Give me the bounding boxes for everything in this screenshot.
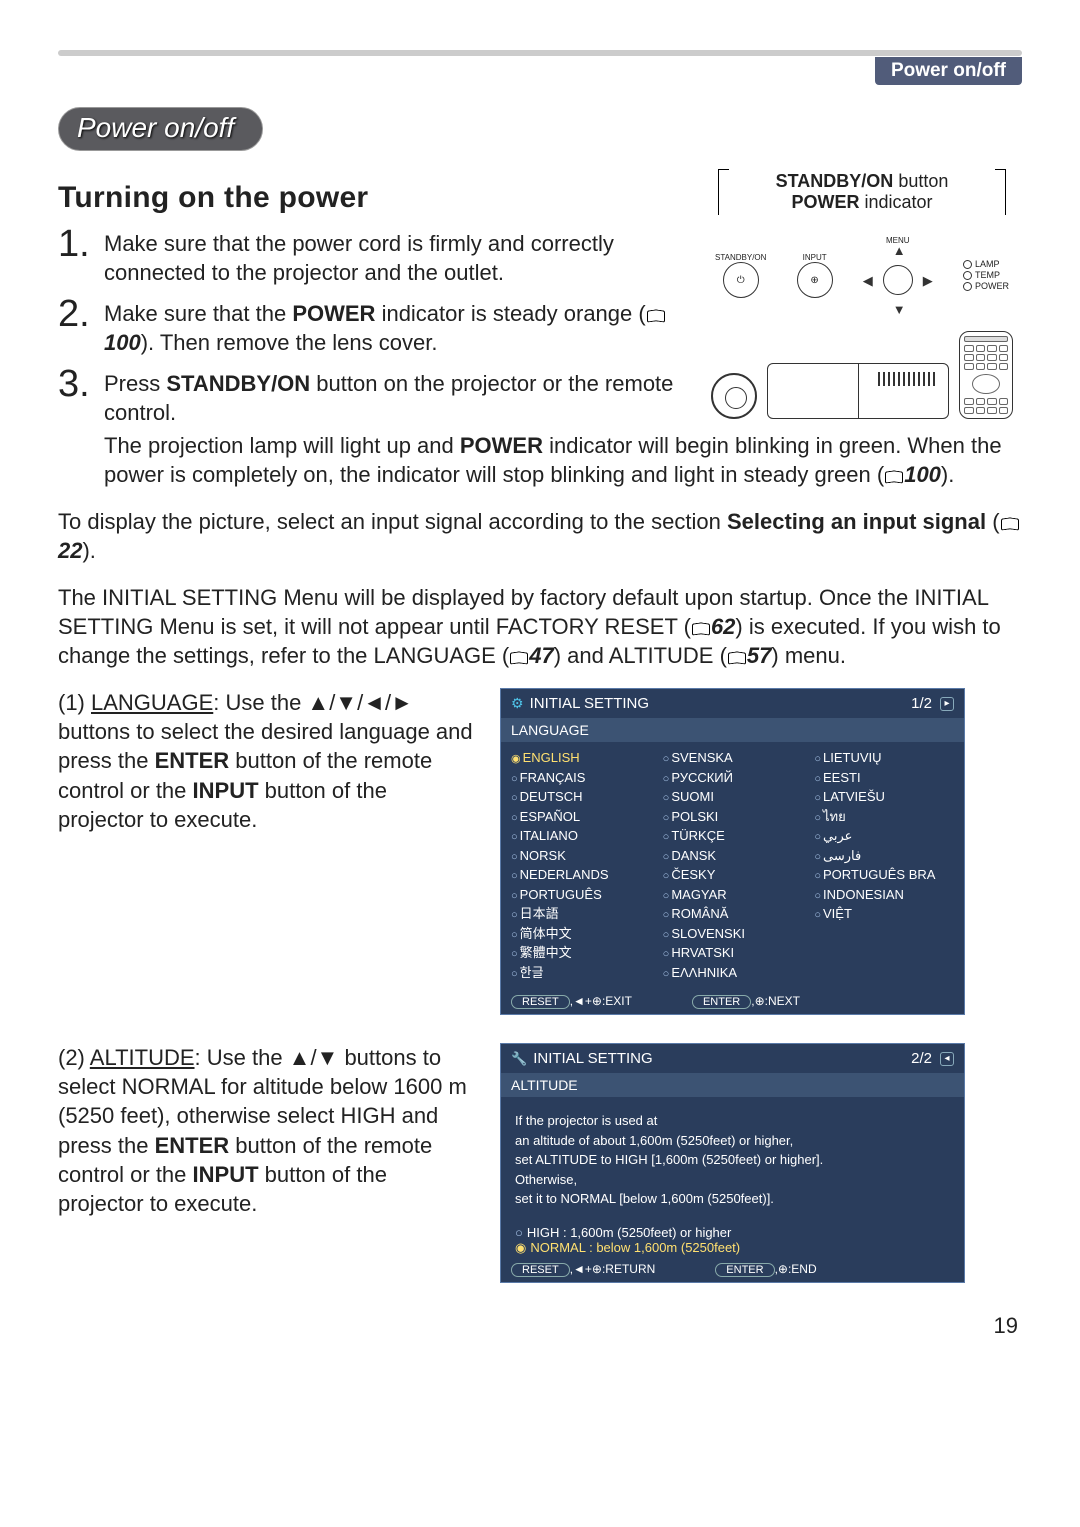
lang-option: POLSKI xyxy=(663,807,803,827)
page-prev-icon: ◂ xyxy=(940,1052,954,1066)
book-icon xyxy=(885,469,903,483)
step-number-2: 2. xyxy=(58,295,104,357)
step-number-1: 1. xyxy=(58,225,104,287)
header-rule xyxy=(58,50,1022,56)
lang-option: ไทย xyxy=(814,807,954,827)
lang-option: DANSK xyxy=(663,846,803,866)
lang-option: LATVIEŠU xyxy=(814,787,954,807)
lang-option: РУССКИЙ xyxy=(663,768,803,788)
paragraph-initial-setting: The INITIAL SETTING Menu will be display… xyxy=(58,583,1022,670)
step-2-text: Make sure that the POWER indicator is st… xyxy=(104,295,680,357)
lang-option: ITALIANO xyxy=(511,826,651,846)
lang-option: PORTUGUÊS xyxy=(511,885,651,905)
lang-option: ČESKY xyxy=(663,865,803,885)
osd-language-screenshot: INITIAL SETTING 1/2▸ LANGUAGE ENGLISHFRA… xyxy=(500,688,965,1015)
lang-option: HRVATSKI xyxy=(663,943,803,963)
lang-col-3: LIETUVIŲEESTILATVIEŠUไทยعربيفارسیPORTUGU… xyxy=(814,748,954,982)
lang-option: 繁體中文 xyxy=(511,943,651,963)
book-icon xyxy=(1001,516,1019,530)
gear-icon xyxy=(511,695,530,712)
lang-option: ROMÂNĂ xyxy=(663,904,803,924)
lang-option: 简体中文 xyxy=(511,924,651,944)
instruction-altitude: (2) ALTITUDE: Use the ▲/▼ buttons to sel… xyxy=(58,1043,478,1217)
page-next-icon: ▸ xyxy=(940,697,954,711)
paragraph-select-input: To display the picture, select an input … xyxy=(58,507,1022,565)
step-1-text: Make sure that the power cord is firmly … xyxy=(104,225,680,287)
page-number: 19 xyxy=(58,1313,1022,1339)
projector-body-icon xyxy=(767,363,949,419)
section-pill: Power on/off xyxy=(58,107,263,151)
lang-option: MAGYAR xyxy=(663,885,803,905)
step-number-3: 3. xyxy=(58,365,104,427)
diagram-callout: STANDBY/ON button POWER indicator xyxy=(718,169,1006,215)
lang-option: NORSK xyxy=(511,846,651,866)
lang-col-2: SVENSKAРУССКИЙSUOMIPOLSKITÜRKÇEDANSKČESK… xyxy=(663,748,803,982)
step-3-text: Press STANDBY/ON button on the projector… xyxy=(104,365,680,427)
lang-option: EESTI xyxy=(814,768,954,788)
book-icon xyxy=(728,650,746,664)
standby-label: STANDBY/ON xyxy=(715,253,766,262)
osd-altitude-screenshot: INITIAL SETTING 2/2◂ ALTITUDE If the pro… xyxy=(500,1043,965,1283)
book-icon xyxy=(692,621,710,635)
step-3-continuation: The projection lamp will light up and PO… xyxy=(58,431,1022,489)
lang-option: فارسی xyxy=(814,846,954,866)
book-icon xyxy=(647,308,665,322)
lang-option: PORTUGUÊS BRA xyxy=(814,865,954,885)
lang-option: ENGLISH xyxy=(511,748,651,768)
lang-option: VIỆT xyxy=(814,904,954,924)
input-label: INPUT xyxy=(797,253,833,262)
menu-dpad: ▲ ▼ ◀ ▶ xyxy=(863,245,933,315)
projector-diagram: STANDBY/ON button POWER indicator STANDB… xyxy=(702,169,1022,428)
lang-option: SLOVENSKI xyxy=(663,924,803,944)
remote-icon xyxy=(959,331,1013,419)
lang-option: NEDERLANDS xyxy=(511,865,651,885)
lang-option: 日本語 xyxy=(511,904,651,924)
standby-on-button: ⏻ xyxy=(723,262,759,298)
lang-option: 한글 xyxy=(511,963,651,983)
lang-option: TÜRKÇE xyxy=(663,826,803,846)
lang-option: ΕΛΛΗΝΙΚΑ xyxy=(663,963,803,983)
page-title: Turning on the power xyxy=(58,181,680,215)
lang-option: DEUTSCH xyxy=(511,787,651,807)
lang-option: FRANÇAIS xyxy=(511,768,651,788)
instruction-language: (1) LANGUAGE: Use the ▲/▼/◄/► buttons to… xyxy=(58,688,478,833)
lang-col-1: ENGLISHFRANÇAISDEUTSCHESPAÑOLITALIANONOR… xyxy=(511,748,651,982)
input-button: ⊕ xyxy=(797,262,833,298)
lang-option: LIETUVIŲ xyxy=(814,748,954,768)
book-icon xyxy=(510,650,528,664)
indicator-leds: LAMP TEMP POWER xyxy=(963,259,1009,291)
lang-option: عربي xyxy=(814,826,954,846)
lang-option: INDONESIAN xyxy=(814,885,954,905)
lang-option: ESPAÑOL xyxy=(511,807,651,827)
lang-option: SUOMI xyxy=(663,787,803,807)
projector-lens-icon xyxy=(711,373,757,419)
wrench-icon xyxy=(511,1050,533,1067)
lang-option: SVENSKA xyxy=(663,748,803,768)
section-tab: Power on/off xyxy=(875,57,1022,85)
